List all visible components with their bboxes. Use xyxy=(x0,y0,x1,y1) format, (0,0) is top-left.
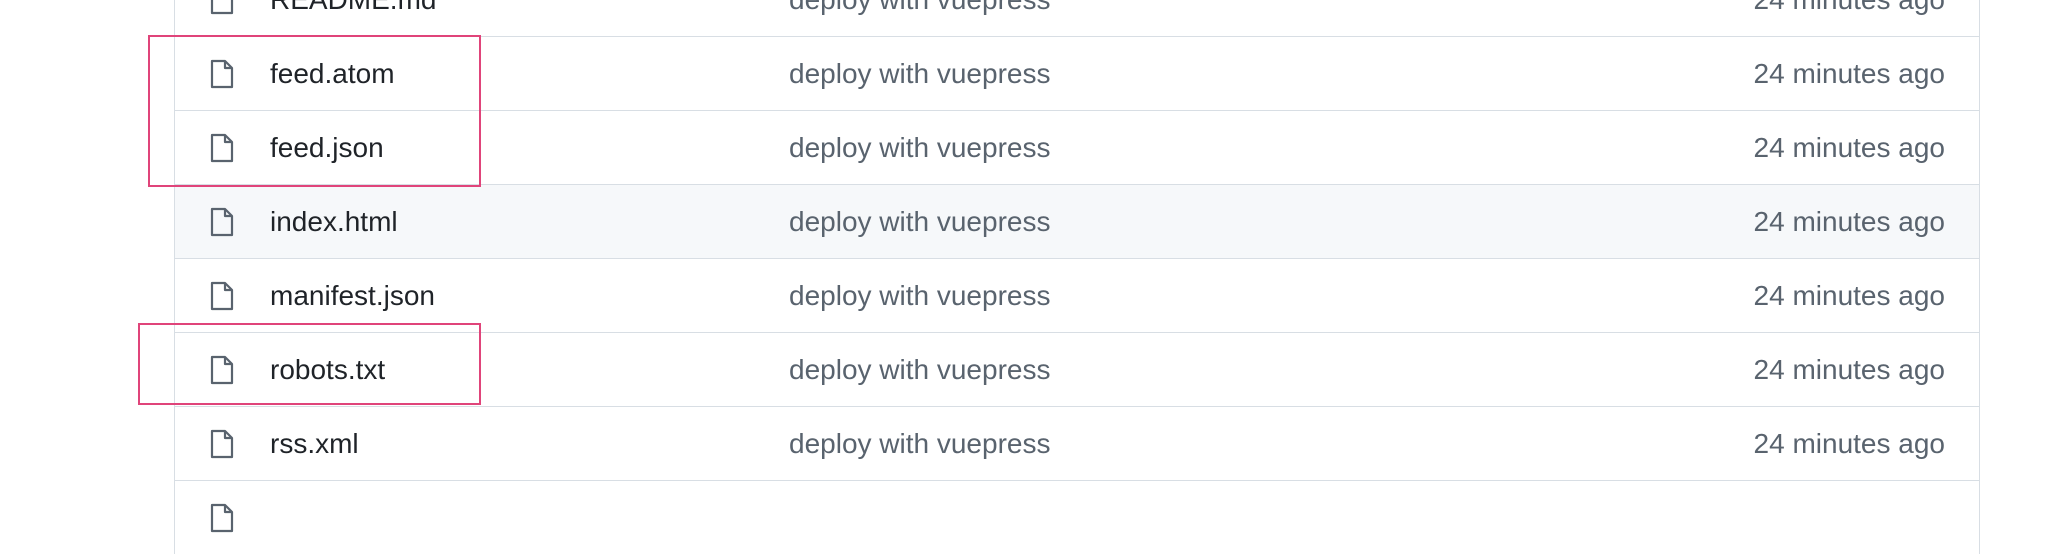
commit-time: 24 minutes ago xyxy=(1753,132,1945,163)
file-name-link[interactable]: manifest.json xyxy=(270,279,435,313)
file-icon xyxy=(209,429,235,459)
file-name-link[interactable]: index.html xyxy=(270,205,398,239)
commit-message-link[interactable]: deploy with vuepress xyxy=(789,0,1050,17)
file-icon xyxy=(209,0,235,15)
file-icon xyxy=(209,355,235,385)
file-name-link[interactable]: README.md xyxy=(270,0,436,17)
file-name-link[interactable]: robots.txt xyxy=(270,353,385,387)
file-name-link[interactable]: rss.xml xyxy=(270,427,359,461)
commit-message-link[interactable]: deploy with vuepress xyxy=(789,427,1050,461)
commit-message-link[interactable]: deploy with vuepress xyxy=(789,279,1050,313)
commit-time: 24 minutes ago xyxy=(1753,428,1945,459)
commit-time: 24 minutes ago xyxy=(1754,0,1945,17)
commit-message-link[interactable]: deploy with vuepress xyxy=(789,353,1050,387)
commit-time: 24 minutes ago xyxy=(1753,354,1945,385)
file-icon xyxy=(209,503,235,533)
commit-time: 24 minutes ago xyxy=(1753,206,1945,237)
file-name-link[interactable]: feed.atom xyxy=(270,57,395,91)
table-row[interactable]: manifest.json deploy with vuepress 24 mi… xyxy=(175,258,1979,332)
commit-message-link[interactable]: deploy with vuepress xyxy=(789,205,1050,239)
commit-message-link[interactable]: deploy with vuepress xyxy=(789,131,1050,165)
file-name-link[interactable]: feed.json xyxy=(270,131,384,165)
commit-time: 24 minutes ago xyxy=(1753,58,1945,89)
table-row[interactable]: README.md deploy with vuepress 24 minute… xyxy=(175,0,1979,36)
table-row[interactable] xyxy=(175,480,1979,554)
table-row[interactable]: rss.xml deploy with vuepress 24 minutes … xyxy=(175,406,1979,480)
file-list-table: README.md deploy with vuepress 24 minute… xyxy=(174,0,1980,554)
file-icon xyxy=(209,133,235,163)
table-row[interactable]: index.html deploy with vuepress 24 minut… xyxy=(175,184,1979,258)
table-row[interactable]: robots.txt deploy with vuepress 24 minut… xyxy=(175,332,1979,406)
table-row[interactable]: feed.json deploy with vuepress 24 minute… xyxy=(175,110,1979,184)
commit-message-link[interactable]: deploy with vuepress xyxy=(789,57,1050,91)
file-icon xyxy=(209,207,235,237)
file-icon xyxy=(209,59,235,89)
table-row[interactable]: feed.atom deploy with vuepress 24 minute… xyxy=(175,36,1979,110)
commit-time: 24 minutes ago xyxy=(1753,280,1945,311)
file-icon xyxy=(209,281,235,311)
